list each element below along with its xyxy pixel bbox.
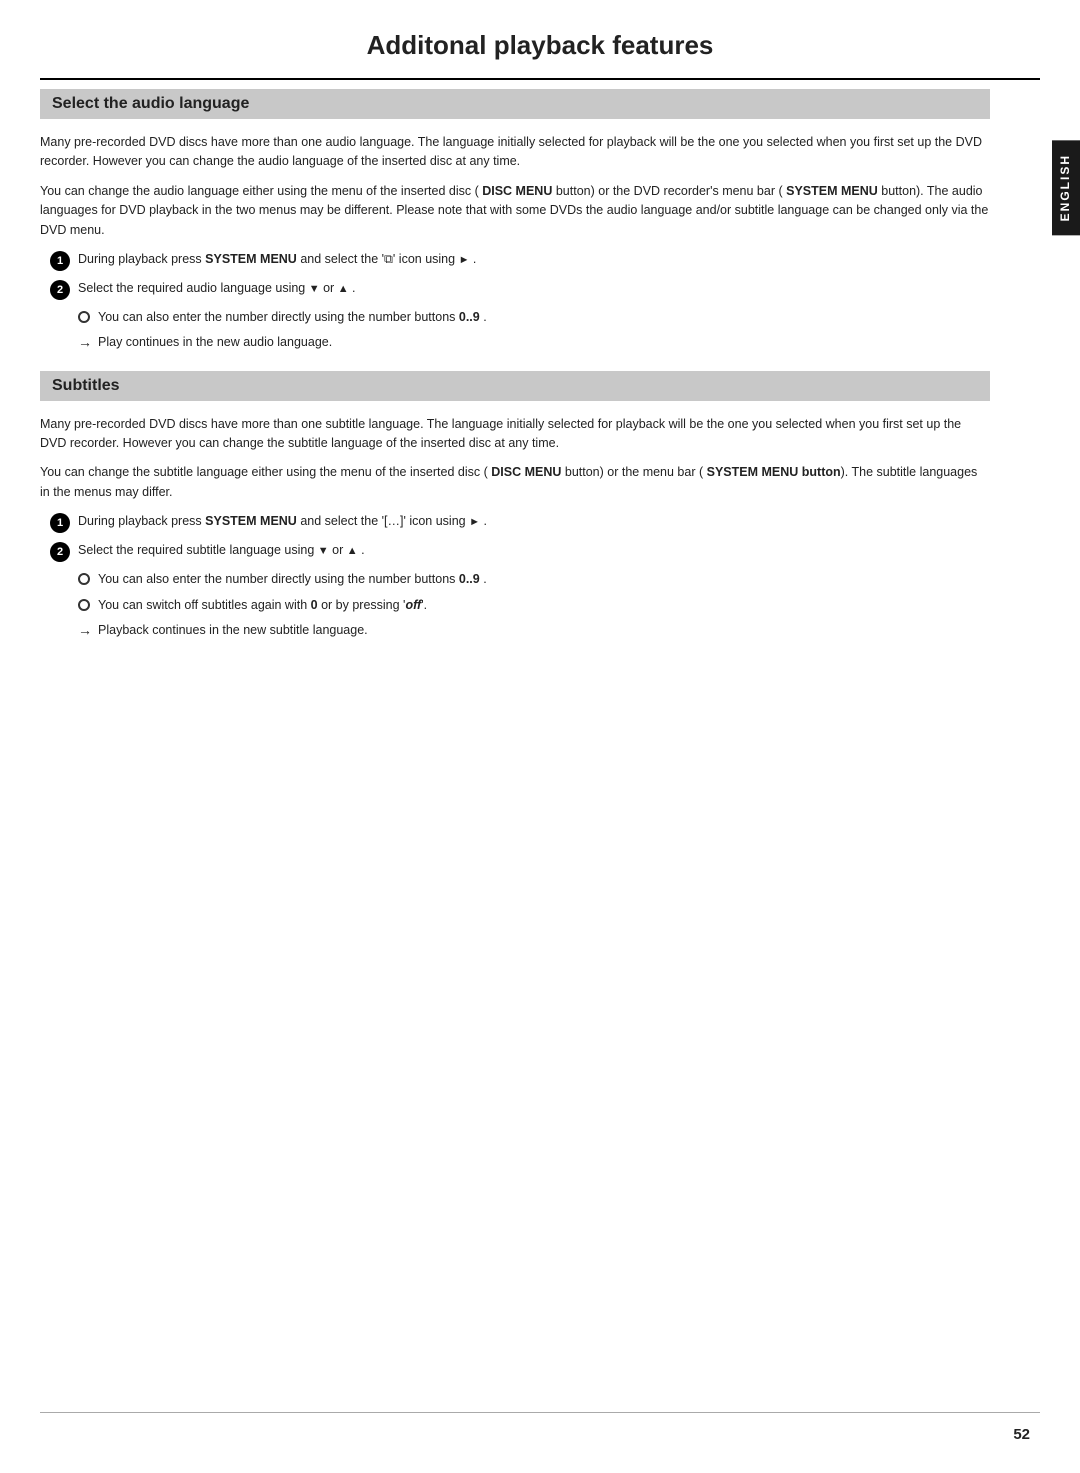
subtitles-arrow-icon: → [78,622,92,638]
subtitles-step-2-number: 2 [50,542,70,562]
audio-step-2-text: Select the required audio language using… [78,279,990,298]
subtitles-step-2: 2 Select the required subtitle language … [50,541,990,562]
top-rule [40,78,1040,80]
subtitles-intro-para-2: You can change the subtitle language eit… [40,463,990,502]
subtitles-sub-bullet-2-icon [78,599,90,611]
audio-step-1-text: During playback press SYSTEM MENU and se… [78,250,990,269]
subtitles-sub-bullet-2-text: You can switch off subtitles again with … [98,596,990,615]
page-title: Additonal playback features [0,0,1080,71]
side-tab-english: ENGLISH [1052,140,1080,235]
page-number: 52 [1013,1426,1030,1443]
audio-sub-bullet-1-text: You can also enter the number directly u… [98,308,990,327]
subtitles-intro-para-1: Many pre-recorded DVD discs have more th… [40,415,990,454]
audio-intro-para-1: Many pre-recorded DVD discs have more th… [40,133,990,172]
audio-intro-para-2: You can change the audio language either… [40,182,990,240]
audio-arrow-icon: → [78,334,92,350]
audio-step-1-number: 1 [50,251,70,271]
subtitles-step-2-text: Select the required subtitle language us… [78,541,990,560]
subtitles-sub-bullet-2: You can switch off subtitles again with … [78,596,990,615]
audio-section-header: Select the audio language [40,89,990,119]
subtitles-arrow-text: Playback continues in the new subtitle l… [98,621,368,640]
page-container: ENGLISH Additonal playback features Sele… [0,0,1080,1473]
audio-step-1: 1 During playback press SYSTEM MENU and … [50,250,990,271]
audio-arrow-bullet-1: → Play continues in the new audio langua… [78,333,990,352]
subtitles-step-1-text: During playback press SYSTEM MENU and se… [78,512,990,531]
audio-step-2: 2 Select the required audio language usi… [50,279,990,300]
audio-step-2-number: 2 [50,280,70,300]
subtitles-sub-bullet-1-text: You can also enter the number directly u… [98,570,990,589]
content-area: Select the audio language Many pre-recor… [40,89,1040,640]
bottom-rule [40,1412,1040,1413]
subtitles-arrow-bullet-1: → Playback continues in the new subtitle… [78,621,990,640]
audio-sub-bullet-1-icon [78,311,90,323]
subtitles-section-header: Subtitles [40,371,990,401]
audio-sub-bullet-1: You can also enter the number directly u… [78,308,990,327]
audio-arrow-text: Play continues in the new audio language… [98,333,332,352]
subtitles-step-1: 1 During playback press SYSTEM MENU and … [50,512,990,533]
subtitles-sub-bullet-1: You can also enter the number directly u… [78,570,990,589]
subtitles-step-1-number: 1 [50,513,70,533]
subtitles-sub-bullet-1-icon [78,573,90,585]
